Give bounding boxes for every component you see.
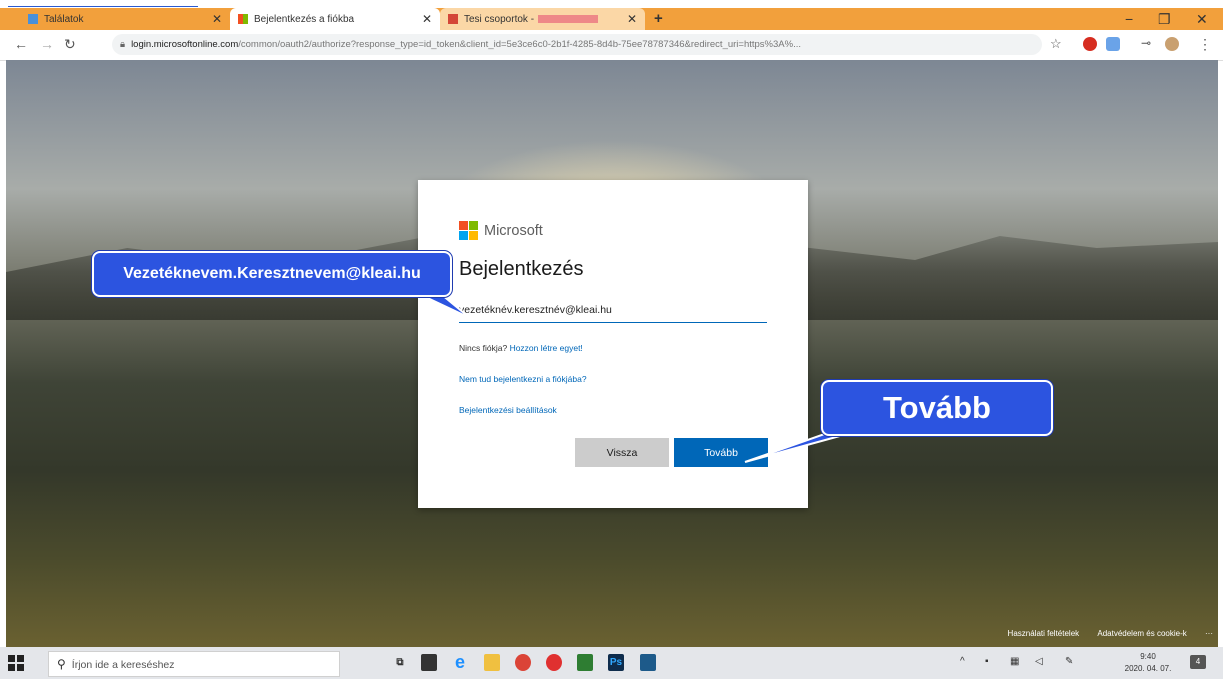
email-field[interactable] [459,298,767,323]
clock[interactable]: 9:40 2020. 04. 07. [1124,651,1172,675]
tab-results[interactable]: Találatok ✕ [20,8,230,30]
search-icon: ⚲ [57,657,66,671]
privacy-link[interactable]: Adatvédelem és cookie-k [1097,629,1186,638]
photoshop-icon[interactable]: Ps [608,654,624,671]
edge-icon[interactable]: e [452,652,468,672]
url-host: login.microsoftonline.com [131,39,239,50]
more-icon[interactable]: ··· [1205,629,1213,638]
next-button[interactable]: Tovább [674,438,768,467]
close-icon[interactable]: ✕ [1196,8,1208,30]
terms-link[interactable]: Használati feltételek [1008,629,1080,638]
tab-close-icon[interactable]: ✕ [422,12,432,26]
tab-bar: Találatok ✕ Bejelentkezés a fiókba ✕ Tes… [0,8,1223,30]
windows-start-icon[interactable] [8,655,24,671]
taskbar: ⚲ Írjon ide a kereséshez ⧉ e Ps ^ ▪ ▦ ◁ ✎… [0,647,1223,679]
tab-title: Bejelentkezés a fiókba [254,13,355,25]
tab-signin[interactable]: Bejelentkezés a fiókba ✕ [230,8,440,30]
chevron-up-icon[interactable]: ^ [960,656,965,667]
page-title: Bejelentkezés [459,258,584,280]
file-explorer-icon[interactable] [484,654,500,671]
tab-groups[interactable]: Tesi csoportok - ✕ [440,8,645,30]
profile-avatar[interactable] [1165,37,1179,51]
extension-icon[interactable] [1106,37,1120,51]
task-view-icon[interactable]: ⧉ [392,654,408,671]
footer-links: Használati feltételek Adatvédelem és coo… [992,629,1213,638]
taskbar-search[interactable]: ⚲ Írjon ide a kereséshez [48,651,340,677]
tab-close-icon[interactable]: ✕ [212,12,222,26]
clock-date: 2020. 04. 07. [1124,664,1172,673]
microsoft-squares-icon [459,221,478,240]
microsoft-favicon-icon [238,14,248,24]
email-hint-callout: Vezetéknevem.Keresztnevem@kleai.hu [92,251,452,297]
create-account-link[interactable]: Hozzon létre egyet! [510,343,583,353]
cant-access-link[interactable]: Nem tud bejelentkezni a fiókjába? [459,374,587,384]
brand-name: Microsoft [484,222,543,239]
key-icon[interactable]: ⊸ [1141,36,1151,50]
redacted-text [538,15,599,23]
signin-card: Microsoft Bejelentkezés Nincs fiókja? Ho… [418,180,808,508]
gmail-favicon-icon [448,14,458,24]
tab-title: Tesi csoportok - [464,13,535,25]
minimize-icon[interactable]: − [1125,8,1133,30]
star-icon[interactable]: ☆ [1050,36,1062,52]
new-tab-button[interactable]: + [654,8,663,30]
next-hint-callout: Tovább [821,380,1053,436]
app-icon[interactable] [421,654,437,671]
no-account-row: Nincs fiókja? Hozzon létre egyet! [459,343,583,353]
lock-icon: 🔒︎ [120,39,126,50]
app-icon[interactable] [577,654,593,671]
notification-icon[interactable]: 4 [1190,655,1206,669]
tray-icon[interactable]: ▪ [985,656,989,667]
back-button[interactable]: Vissza [575,438,669,467]
tab-title: Találatok [44,13,84,25]
maximize-icon[interactable]: ❐ [1158,8,1171,30]
search-placeholder: Írjon ide a kereséshez [71,659,175,671]
network-icon[interactable]: ▦ [1010,656,1019,667]
pen-icon[interactable]: ✎ [1065,656,1073,667]
volume-icon[interactable]: ◁ [1035,656,1043,667]
page-top-link[interactable] [8,0,198,7]
reload-icon[interactable]: ↻ [64,36,76,53]
microsoft-logo: Microsoft [459,221,543,240]
menu-icon[interactable]: ⋮ [1198,36,1212,53]
extension-icon[interactable] [1083,37,1097,51]
app-icon[interactable] [546,654,562,671]
no-account-text: Nincs fiókja? [459,343,508,353]
back-arrow-icon[interactable]: ← [14,36,28,52]
app-icon[interactable] [640,654,656,671]
signin-options-link[interactable]: Bejelentkezési beállítások [459,405,557,415]
forward-arrow-icon[interactable]: → [40,36,54,52]
url-path: /common/oauth2/authorize?response_type=i… [238,39,801,50]
chrome-icon[interactable] [515,654,531,671]
address-bar[interactable]: 🔒︎ login.microsoftonline.com/common/oauth… [112,34,1042,55]
tab-close-icon[interactable]: ✕ [627,12,637,26]
browser-toolbar: ← → ↻ 🔒︎ login.microsoftonline.com/common… [0,30,1223,61]
clock-time: 9:40 [1140,652,1156,661]
tab-favicon-icon [28,14,38,24]
